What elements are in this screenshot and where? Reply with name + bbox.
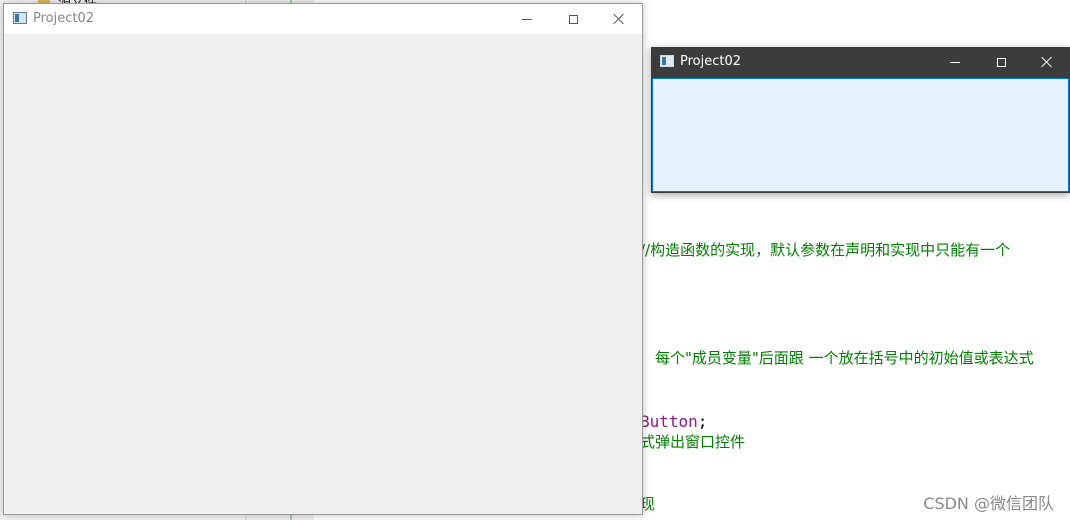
- code-line: Button;: [640, 412, 707, 432]
- close-icon: [613, 13, 625, 25]
- popup-window-titlebar[interactable]: Project02: [651, 47, 1070, 77]
- code-comment-line: //构造函数的实现，默认参数在声明和实现中只能有一个: [640, 241, 1011, 259]
- watermark: CSDN @微信团队: [923, 494, 1054, 513]
- minimize-icon: [950, 61, 960, 63]
- app-window-icon: [13, 12, 27, 24]
- minimize-button[interactable]: [504, 4, 550, 34]
- popup-window-client-area[interactable]: [652, 78, 1069, 192]
- maximize-button[interactable]: [978, 47, 1024, 77]
- minimize-button[interactable]: [932, 47, 978, 77]
- close-button[interactable]: [1024, 47, 1070, 77]
- main-window: Project02: [3, 3, 643, 515]
- main-window-client-area: [4, 34, 642, 514]
- maximize-icon: [996, 57, 1006, 67]
- window-title: Project02: [680, 54, 742, 69]
- maximize-icon: [568, 14, 578, 24]
- close-button[interactable]: [596, 4, 642, 34]
- main-window-titlebar[interactable]: Project02: [4, 4, 642, 34]
- code-comment-line: 每个"成员变量"后面跟 一个放在括号中的初始值或表达式: [655, 349, 1034, 367]
- code-comment-line: 式弹出窗口控件: [640, 433, 746, 451]
- maximize-button[interactable]: [550, 4, 596, 34]
- window-title: Project02: [33, 11, 95, 26]
- popup-window: Project02: [651, 47, 1070, 193]
- app-window-icon: [660, 55, 674, 67]
- minimize-icon: [522, 18, 532, 20]
- code-identifier: Button: [640, 412, 698, 431]
- code-punctuation: ;: [697, 412, 708, 431]
- close-icon: [1041, 56, 1053, 68]
